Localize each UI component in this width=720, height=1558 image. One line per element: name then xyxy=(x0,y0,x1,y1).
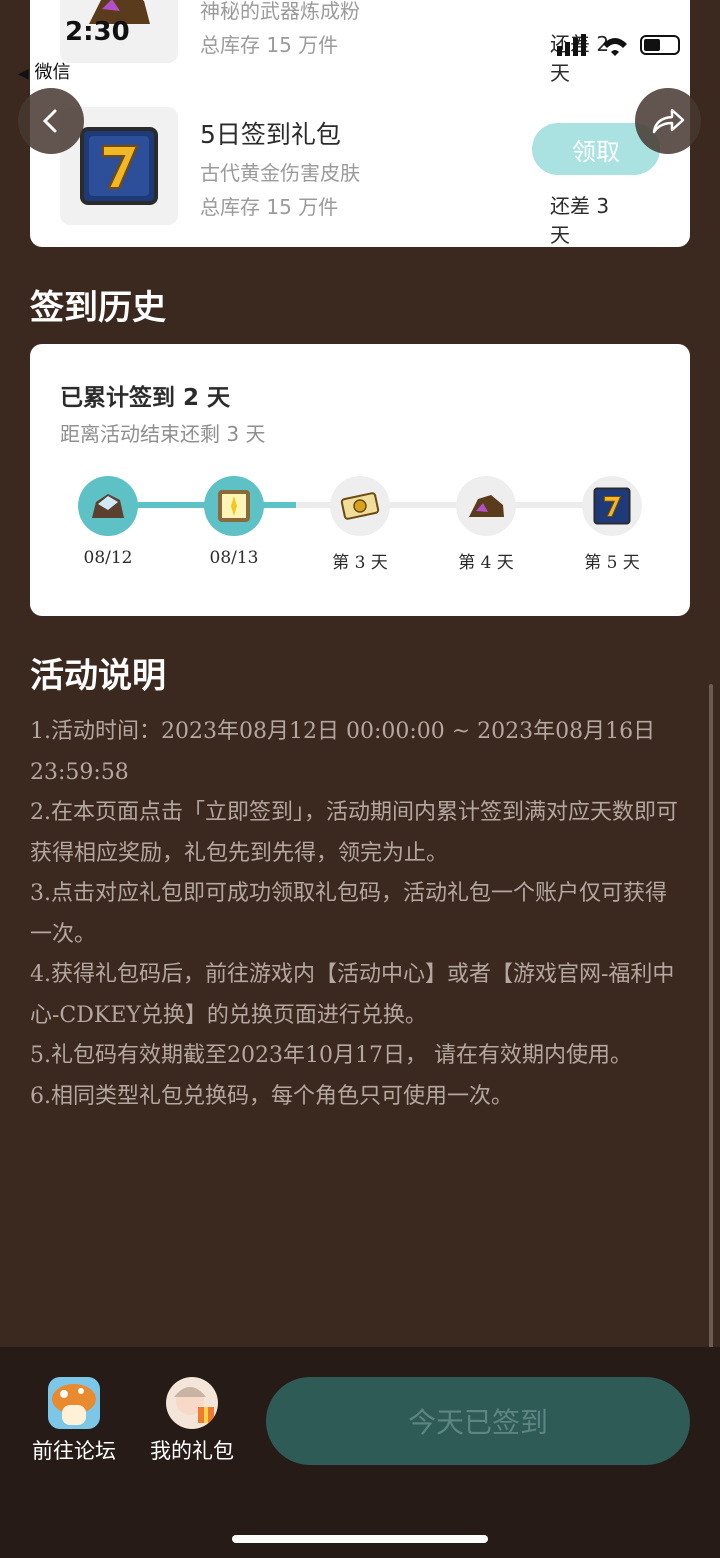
reward-remaining: 还差 3 天 xyxy=(550,194,610,247)
reward-desc: 古代黄金伤害皮肤 xyxy=(200,161,360,185)
home-indicator[interactable] xyxy=(232,1535,488,1543)
history-title: 签到历史 xyxy=(30,288,166,328)
back-button[interactable] xyxy=(18,88,84,154)
back-triangle-icon: ◀ xyxy=(18,66,29,82)
signal-icon xyxy=(557,34,586,56)
day-2-node xyxy=(204,476,264,536)
glowing-chest-icon xyxy=(218,490,250,522)
status-time: 2:30 xyxy=(65,17,130,47)
chevron-left-icon xyxy=(42,109,57,133)
cumulative-signins: 已累计签到 2 天 xyxy=(60,385,231,411)
day-label: 08/12 xyxy=(83,548,133,568)
day-5-node xyxy=(582,476,642,536)
reward-desc: 神秘的武器炼成粉 xyxy=(200,0,360,23)
share-icon xyxy=(652,108,685,134)
rule-item: 3.点击对应礼包即可成功领取礼包码，活动礼包一个账户仅可获得一次。 xyxy=(30,881,667,947)
rule-item: 6.相同类型礼包兑换码，每个角色只可使用一次。 xyxy=(30,1083,513,1109)
lucky-seven-icon xyxy=(593,487,631,525)
back-to-app[interactable]: ◀ 微信 xyxy=(18,58,71,84)
day-label: 第 4 天 xyxy=(458,553,514,573)
reward-stock: 总库存 15 万件 xyxy=(200,195,339,219)
reward-item-2[interactable]: 5日签到礼包 古代黄金伤害皮肤 总库存 15 万件 领取 还差 3 天 xyxy=(30,107,660,247)
bottom-bar: 前往论坛 我的礼包 今天已签到 xyxy=(0,1347,720,1558)
back-app-label: 微信 xyxy=(34,62,71,83)
reward-name: 5日签到礼包 xyxy=(200,120,341,149)
wifi-icon xyxy=(603,38,627,56)
forum-label: 前往论坛 xyxy=(32,1439,116,1463)
lucky-seven-icon xyxy=(80,127,158,205)
activity-rules: 1.活动时间：2023年08月12日 00:00:00 ~ 2023年08月16… xyxy=(30,712,680,1117)
ore-icon xyxy=(469,495,504,517)
signed-today-button[interactable]: 今天已签到 xyxy=(266,1377,690,1465)
status-icons xyxy=(557,34,680,56)
history-card: 已累计签到 2 天 距离活动结束还剩 3 天 08/12 08/13 第 3 天… xyxy=(30,344,690,616)
mushroom-app-icon xyxy=(48,1377,100,1429)
day-label: 08/13 xyxy=(209,548,259,568)
rule-item: 1.活动时间：2023年08月12日 00:00:00 ~ 2023年08月16… xyxy=(30,719,656,785)
my-gifts-label: 我的礼包 xyxy=(150,1439,234,1463)
days-remaining: 距离活动结束还剩 3 天 xyxy=(60,422,266,446)
rule-item: 2.在本页面点击「立即签到」，活动期间内累计签到满对应天数即可获得相应奖励，礼包… xyxy=(30,800,678,866)
forum-button[interactable]: 前往论坛 xyxy=(19,1377,129,1465)
day-label: 第 3 天 xyxy=(332,553,388,573)
avatar xyxy=(166,1377,218,1429)
rule-item: 4.获得礼包码后，前往游戏内【活动中心】或者【游戏官网-福利中心-CDKEY兑换… xyxy=(30,962,675,1028)
crystal-rock-icon xyxy=(92,494,124,518)
activity-title: 活动说明 xyxy=(30,656,166,696)
coin-ticket-icon xyxy=(340,492,380,520)
share-button[interactable] xyxy=(635,88,701,154)
day-4-node xyxy=(456,476,516,536)
rule-item: 5.礼包码有效期截至2023年10月17日， 请在有效期内使用。 xyxy=(30,1043,632,1068)
day-3-node xyxy=(330,476,390,536)
day-label: 第 5 天 xyxy=(584,553,640,573)
day-1-node xyxy=(78,476,138,536)
reward-stock: 总库存 15 万件 xyxy=(200,33,339,57)
my-gifts-button[interactable]: 我的礼包 xyxy=(137,1377,247,1465)
battery-icon xyxy=(640,35,680,55)
